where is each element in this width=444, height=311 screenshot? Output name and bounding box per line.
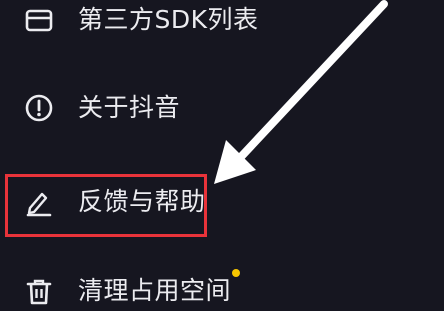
menu-item-label: 第三方SDK列表 bbox=[78, 5, 259, 34]
menu-item-clear-storage[interactable]: 清理占用空间 bbox=[0, 261, 444, 311]
menu-item-label: 反馈与帮助 bbox=[78, 187, 206, 216]
trash-icon bbox=[24, 276, 54, 306]
menu-item-feedback-and-help[interactable]: 反馈与帮助 bbox=[0, 172, 444, 232]
info-circle-icon bbox=[24, 93, 54, 123]
card-icon bbox=[24, 5, 54, 35]
menu-item-third-party-sdk-list[interactable]: 第三方SDK列表 bbox=[0, 0, 444, 50]
menu-item-label: 关于抖音 bbox=[78, 93, 181, 122]
pencil-icon bbox=[24, 187, 54, 217]
notification-dot bbox=[232, 269, 240, 277]
menu-item-label: 清理占用空间 bbox=[78, 276, 232, 305]
menu-item-about-douyin[interactable]: 关于抖音 bbox=[0, 78, 444, 138]
